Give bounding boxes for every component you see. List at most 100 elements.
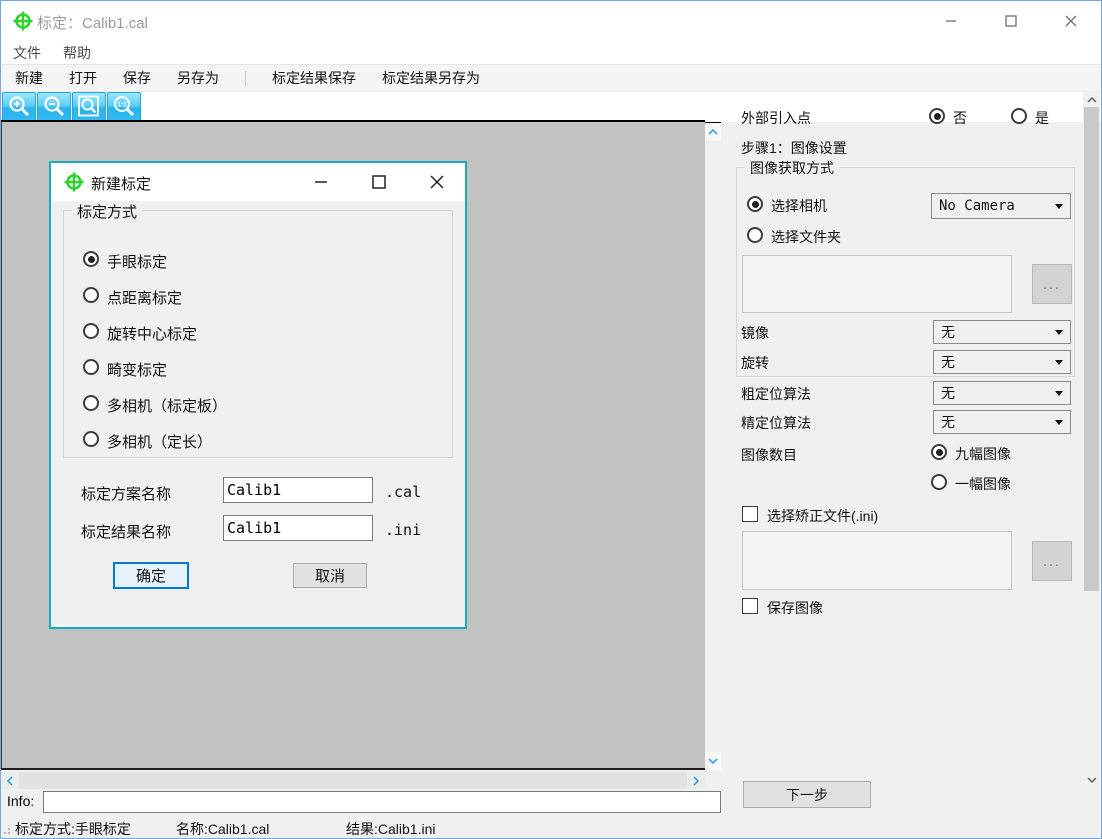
zoom-out-button[interactable] xyxy=(37,92,71,122)
multi-camera-fixed-radio[interactable] xyxy=(83,431,99,447)
result-name-input[interactable] xyxy=(223,515,373,541)
folder-browse-button[interactable]: ... xyxy=(1032,264,1072,304)
canvas-vertical-scrollbar[interactable] xyxy=(705,122,721,770)
toolbar-save-result[interactable]: 标定结果保存 xyxy=(272,68,356,88)
toolbar-save-as[interactable]: 另存为 xyxy=(177,68,219,88)
cancel-button[interactable]: 取消 xyxy=(293,563,367,588)
maximize-icon xyxy=(1005,15,1017,27)
save-image-checkbox[interactable] xyxy=(742,598,758,614)
window-title: 标定：Calib1.cal xyxy=(37,12,148,33)
fine-algo-dropdown[interactable]: 无 xyxy=(933,410,1071,434)
select-folder-label: 选择文件夹 xyxy=(771,227,841,247)
canvas-horizontal-scrollbar[interactable] xyxy=(1,772,705,789)
multi-camera-fixed-label: 多相机（定长） xyxy=(107,431,212,452)
toolbar-save-result-as[interactable]: 标定结果另存为 xyxy=(382,68,480,88)
coarse-algo-dropdown[interactable]: 无 xyxy=(933,381,1071,405)
step-label: 步骤1：图像设置 xyxy=(741,138,847,158)
chevron-right-icon xyxy=(692,775,700,787)
svg-text:1:1: 1:1 xyxy=(117,102,127,109)
zoom-in-button[interactable] xyxy=(2,92,36,122)
scheme-name-input[interactable] xyxy=(223,477,373,503)
save-image-label: 保存图像 xyxy=(767,598,823,618)
external-point-label: 外部引入点 xyxy=(741,108,811,128)
rotation-center-radio[interactable] xyxy=(83,323,99,339)
fine-algo-label: 精定位算法 xyxy=(741,413,811,433)
toolbar-new[interactable]: 新建 xyxy=(15,68,43,88)
camera-select-value: No Camera xyxy=(939,198,1015,214)
result-name-suffix: .ini xyxy=(385,521,421,539)
app-target-icon xyxy=(13,11,33,31)
info-field[interactable] xyxy=(43,791,721,813)
chevron-down-icon xyxy=(707,757,719,765)
status-name: 名称:Calib1.cal xyxy=(176,819,269,839)
dropdown-arrow-icon xyxy=(1055,204,1063,209)
hand-eye-radio[interactable] xyxy=(83,251,99,267)
status-method: 标定方式:手眼标定 xyxy=(15,819,131,839)
external-point-yes-radio[interactable] xyxy=(1011,108,1027,124)
one-image-radio[interactable] xyxy=(931,474,947,490)
maximize-button[interactable] xyxy=(989,7,1033,35)
camera-select-dropdown[interactable]: No Camera xyxy=(931,193,1071,219)
close-icon xyxy=(430,175,444,189)
correction-file-checkbox[interactable] xyxy=(742,506,758,522)
dialog-close-button[interactable] xyxy=(417,169,457,195)
dropdown-arrow-icon xyxy=(1055,330,1063,335)
point-distance-radio[interactable] xyxy=(83,287,99,303)
new-calibration-dialog: 新建标定 标定方式 手眼标定 点距离标定 旋转中心标定 畸变标定 多相机（标定板… xyxy=(49,161,467,629)
rotate-dropdown[interactable]: 无 xyxy=(933,350,1071,374)
coarse-algo-value: 无 xyxy=(941,383,955,403)
menu-bar: 文件 帮助 xyxy=(1,41,1101,64)
point-distance-label: 点距离标定 xyxy=(107,287,182,308)
external-point-no-label: 否 xyxy=(953,108,967,128)
result-name-label: 标定结果名称 xyxy=(81,521,171,542)
rotation-center-label: 旋转中心标定 xyxy=(107,323,197,344)
correction-path-box[interactable] xyxy=(742,531,1012,590)
nine-images-radio[interactable] xyxy=(931,444,947,460)
mirror-value: 无 xyxy=(941,322,955,342)
zoom-fit-icon xyxy=(76,94,102,120)
toolbar-open[interactable]: 打开 xyxy=(69,68,97,88)
correction-browse-button[interactable]: ... xyxy=(1032,541,1072,581)
minimize-icon xyxy=(945,15,957,27)
toolbar-separator xyxy=(245,71,246,86)
menu-file[interactable]: 文件 xyxy=(13,43,41,63)
app-window: 标定：Calib1.cal 文件 帮助 新建 打开 保存 另存为 标定结果保存 … xyxy=(0,0,1102,839)
image-count-label: 图像数目 xyxy=(741,445,797,465)
menu-help[interactable]: 帮助 xyxy=(63,43,91,63)
canvas-scroll-right-button[interactable] xyxy=(687,772,705,789)
panel-scrollbar-thumb[interactable] xyxy=(1084,107,1099,591)
select-camera-radio[interactable] xyxy=(747,196,763,212)
close-button[interactable] xyxy=(1049,7,1093,35)
dialog-target-icon xyxy=(64,172,84,192)
next-step-button[interactable]: 下一步 xyxy=(743,781,871,808)
select-folder-radio[interactable] xyxy=(747,227,763,243)
fine-algo-value: 无 xyxy=(941,412,955,432)
minimize-button[interactable] xyxy=(929,7,973,35)
multi-camera-board-radio[interactable] xyxy=(83,395,99,411)
scheme-name-label: 标定方案名称 xyxy=(81,483,171,504)
toolbar-save[interactable]: 保存 xyxy=(123,68,151,88)
distortion-radio[interactable] xyxy=(83,359,99,375)
folder-path-box[interactable] xyxy=(742,255,1012,313)
zoom-fit-button[interactable] xyxy=(72,92,106,122)
zoom-1to1-button[interactable]: 1:1 xyxy=(107,92,141,122)
canvas-scroll-up-button[interactable] xyxy=(705,123,721,141)
dialog-minimize-button[interactable] xyxy=(301,169,341,195)
external-point-no-radio[interactable] xyxy=(929,108,945,124)
dropdown-arrow-icon xyxy=(1055,391,1063,396)
info-label: Info: xyxy=(7,793,34,809)
mirror-label: 镜像 xyxy=(741,323,769,343)
mirror-dropdown[interactable]: 无 xyxy=(933,320,1071,344)
ok-button[interactable]: 确定 xyxy=(113,562,189,589)
nine-images-label: 九幅图像 xyxy=(955,444,1011,464)
calibration-method-group-label: 标定方式 xyxy=(72,201,142,222)
panel-vertical-scrollbar[interactable] xyxy=(1083,91,1100,789)
panel-scroll-down-button[interactable] xyxy=(1083,771,1100,789)
canvas-scroll-down-button[interactable] xyxy=(705,752,721,770)
dialog-maximize-button[interactable] xyxy=(359,169,399,195)
chevron-left-icon xyxy=(6,775,14,787)
hand-eye-label: 手眼标定 xyxy=(107,251,167,272)
canvas-scroll-left-button[interactable] xyxy=(1,772,19,789)
minimize-icon xyxy=(314,175,328,189)
zoom-1to1-icon: 1:1 xyxy=(111,94,137,120)
